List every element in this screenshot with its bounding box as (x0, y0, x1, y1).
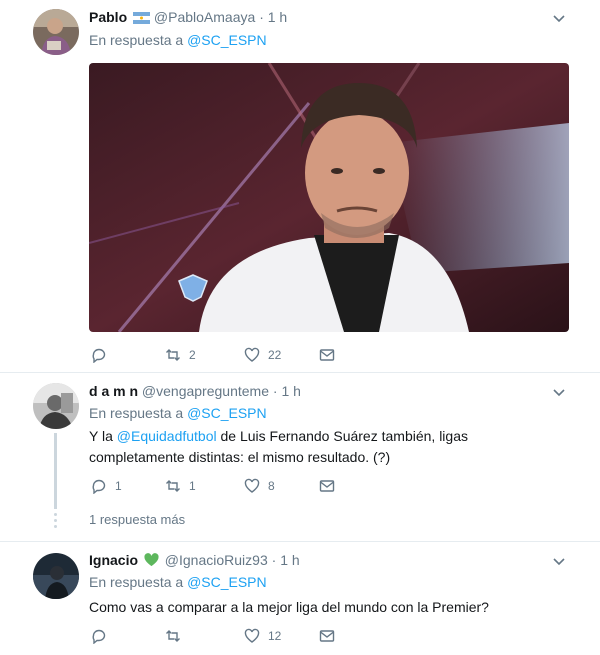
retweet-icon (166, 630, 180, 642)
display-name[interactable]: d a m n (89, 383, 138, 399)
chevron-down-icon[interactable] (552, 385, 566, 399)
reply-context: En respuesta a @SC_ESPN (89, 405, 267, 421)
reply-mention-link[interactable]: @SC_ESPN (187, 32, 267, 48)
user-handle[interactable]: @vengapregunteme (142, 383, 269, 399)
display-name[interactable]: Ignacio (89, 552, 138, 568)
reply-icon (92, 629, 106, 644)
user-handle[interactable]: @IgnacioRuiz93 (165, 552, 268, 568)
tweet-text: Como vas a comparar a la mejor liga del … (89, 599, 489, 615)
timestamp[interactable]: 1 h (268, 9, 287, 25)
reply-prefix: En respuesta a (89, 32, 184, 48)
direct-message-icon (319, 480, 335, 492)
tweet[interactable]: Pablo @PabloAmaaya · 1 h En respuesta a … (0, 0, 600, 372)
avatar[interactable] (33, 553, 79, 599)
timestamp[interactable]: 1 h (281, 383, 300, 399)
more-replies-link[interactable]: 1 respuesta más (89, 512, 185, 527)
user-handle[interactable]: @PabloAmaaya (154, 9, 255, 25)
tweet-media-image[interactable] (89, 63, 569, 332)
direct-message-button[interactable] (319, 476, 335, 496)
reply-context: En respuesta a @SC_ESPN (89, 574, 267, 590)
thread-line (54, 433, 57, 509)
timestamp[interactable]: 1 h (280, 552, 299, 568)
separator-dot: · (259, 9, 264, 25)
tweet-text-part: Y la (89, 428, 117, 444)
avatar[interactable] (33, 383, 79, 429)
tweet[interactable]: Ignacio @IgnacioRuiz93 · 1 h En respuest… (0, 542, 600, 655)
reply-prefix: En respuesta a (89, 405, 184, 421)
retweet-count: 1 (189, 479, 196, 493)
avatar[interactable] (33, 9, 79, 55)
tweet-actions: 1 1 8 (89, 476, 349, 496)
reply-button[interactable] (91, 626, 115, 646)
reply-button[interactable]: 1 (91, 476, 122, 496)
separator-dot: · (272, 383, 278, 399)
tweet-actions: 12 (89, 626, 349, 646)
reply-prefix: En respuesta a (89, 574, 184, 590)
like-count: 12 (268, 629, 282, 643)
like-button[interactable]: 12 (244, 626, 281, 646)
direct-message-icon (319, 630, 335, 642)
like-icon (244, 347, 260, 362)
tweet-actions: 2 22 (89, 345, 349, 365)
retweet-count: 2 (189, 348, 196, 362)
reply-count: 1 (115, 479, 122, 493)
reply-mention-link[interactable]: @SC_ESPN (187, 574, 267, 590)
like-icon (244, 628, 260, 643)
thread-dots (54, 513, 57, 531)
like-button[interactable]: 22 (244, 345, 281, 365)
argentina-flag-icon (133, 11, 151, 27)
separator-dot: · (271, 552, 277, 568)
tweet-header: d a m n @vengapregunteme · 1 h (89, 383, 301, 399)
tweet-header: Pablo @PabloAmaaya · 1 h (89, 9, 287, 27)
reply-icon (92, 348, 106, 363)
mention-link[interactable]: @Equidadfutbol (117, 428, 217, 444)
reply-button[interactable] (91, 345, 115, 365)
direct-message-button[interactable] (319, 345, 335, 365)
tweet[interactable]: d a m n @vengapregunteme · 1 h En respue… (0, 373, 600, 541)
display-name[interactable]: Pablo (89, 9, 127, 25)
like-count: 22 (268, 348, 282, 362)
retweet-icon (166, 480, 180, 492)
green-heart-icon (144, 553, 159, 570)
like-count: 8 (268, 479, 275, 493)
reply-mention-link[interactable]: @SC_ESPN (187, 405, 267, 421)
like-icon (244, 478, 260, 493)
retweet-button[interactable]: 1 (165, 476, 196, 496)
retweet-icon (166, 349, 180, 361)
reply-icon (92, 479, 106, 494)
tweet-text: Y la @Equidadfutbol de Luis Fernando Suá… (89, 426, 559, 468)
direct-message-button[interactable] (319, 626, 335, 646)
retweet-button[interactable] (165, 626, 189, 646)
like-button[interactable]: 8 (244, 476, 275, 496)
chevron-down-icon[interactable] (552, 554, 566, 568)
tweet-header: Ignacio @IgnacioRuiz93 · 1 h (89, 552, 300, 570)
reply-context: En respuesta a @SC_ESPN (89, 32, 267, 48)
direct-message-icon (319, 349, 335, 361)
retweet-button[interactable]: 2 (165, 345, 196, 365)
chevron-down-icon[interactable] (552, 11, 566, 25)
